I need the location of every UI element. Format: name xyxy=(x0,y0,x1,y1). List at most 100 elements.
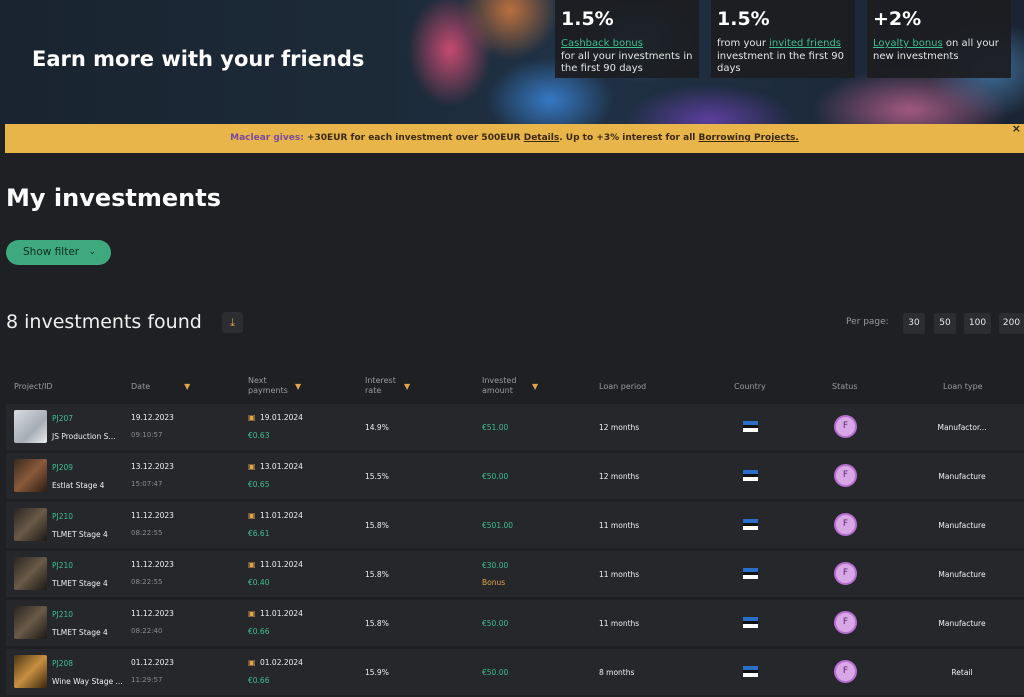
loan-period: 11 months xyxy=(599,521,640,530)
interest-rate: 15.8% xyxy=(365,570,389,579)
next-payment-date: 13.01.2024 xyxy=(260,462,303,471)
next-payment-amount: €0.66 xyxy=(248,627,270,636)
invested-amount: €50.00 xyxy=(482,668,509,677)
investment-time: 08:22:55 xyxy=(131,578,163,586)
show-filter-button[interactable]: Show filter ⌄ xyxy=(6,240,111,265)
project-name: TLMET Stage 4 xyxy=(52,579,108,588)
sort-icon: ▼ xyxy=(404,382,411,391)
col-next-label: Next xyxy=(248,376,267,385)
stat-value: 1.5% xyxy=(561,8,614,30)
download-icon[interactable]: ⤓ xyxy=(222,312,243,333)
loyalty-bonus-link[interactable]: Loyalty bonus xyxy=(873,38,943,49)
invested-amount: €30.00 xyxy=(482,561,509,570)
show-filter-label: Show filter xyxy=(23,246,80,258)
investment-time: 09:10:57 xyxy=(131,431,163,439)
status-badge: F xyxy=(834,611,857,634)
project-thumbnail xyxy=(14,606,47,639)
loan-period: 11 months xyxy=(599,570,640,579)
project-id-link[interactable]: PJ209 xyxy=(52,463,73,472)
status-badge: F xyxy=(834,562,857,585)
per-page-200[interactable]: 200 xyxy=(999,313,1024,334)
investment-date: 11.12.2023 xyxy=(131,511,174,520)
per-page-label: Per page: xyxy=(846,317,889,327)
stat-value: 1.5% xyxy=(717,8,770,30)
sort-icon: ▼ xyxy=(532,382,539,391)
col-country: Country xyxy=(734,382,766,391)
investment-time: 08:22:40 xyxy=(131,627,163,635)
loyalty-stat-card: +2% Loyalty bonus on all your new invest… xyxy=(867,0,1011,78)
results-count: 8 investments found xyxy=(6,311,202,333)
project-id-link[interactable]: PJ207 xyxy=(52,414,73,423)
table-row[interactable]: PJ207 JS Production S... 19.12.2023 09:1… xyxy=(6,404,1024,450)
estonia-flag-icon xyxy=(743,568,758,579)
table-row[interactable]: PJ210 TLMET Stage 4 11.12.2023 08:22:55 … xyxy=(6,551,1024,597)
col-date-label: Date xyxy=(131,382,151,391)
investment-time: 15:07:47 xyxy=(131,480,163,488)
close-icon[interactable]: × xyxy=(1012,123,1021,135)
next-payment-date: 19.01.2024 xyxy=(260,413,303,422)
borrowing-projects-link[interactable]: Borrowing Projects. xyxy=(699,133,799,143)
project-id-link[interactable]: PJ210 xyxy=(52,561,73,570)
loan-type: Manufactor... xyxy=(937,423,987,432)
project-thumbnail xyxy=(14,410,47,443)
status-badge: F xyxy=(834,415,857,438)
invested-amount: €50.00 xyxy=(482,472,509,481)
investment-time: 08:22:55 xyxy=(131,529,163,537)
estonia-flag-icon xyxy=(743,421,758,432)
per-page-100[interactable]: 100 xyxy=(964,313,991,334)
invested-amount: €501.00 xyxy=(482,521,514,530)
calendar-icon: ▣ xyxy=(248,511,256,520)
promo-text: +30EUR for each investment over 500EUR xyxy=(303,133,524,143)
project-id-link[interactable]: PJ208 xyxy=(52,659,73,668)
project-id-link[interactable]: PJ210 xyxy=(52,512,73,521)
chevron-down-icon: ⌄ xyxy=(88,247,96,257)
page-title: My investments xyxy=(6,184,222,212)
next-payment-amount: €6.61 xyxy=(248,529,270,538)
col-next-payments[interactable]: Next payments ▼ xyxy=(248,376,301,396)
col-amount-label: amount xyxy=(482,386,513,395)
table-row[interactable]: PJ209 Estlat Stage 4 13.12.2023 15:07:47… xyxy=(6,453,1024,499)
col-invested-amount[interactable]: Invested amount ▼ xyxy=(482,376,538,396)
invested-amount: €50.00 xyxy=(482,619,509,628)
sort-icon: ▼ xyxy=(295,382,302,391)
loan-type: Manufacture xyxy=(938,521,986,530)
stat-text: from your xyxy=(717,38,770,49)
interest-rate: 15.8% xyxy=(365,521,389,530)
col-rate-label: rate xyxy=(365,386,382,395)
table-row[interactable]: PJ208 Wine Way Stage ... 01.12.2023 11:2… xyxy=(6,649,1024,695)
project-name: Estlat Stage 4 xyxy=(52,481,105,490)
col-date[interactable]: Date ▼ xyxy=(131,382,190,392)
stat-value: +2% xyxy=(873,8,922,30)
project-thumbnail xyxy=(14,557,47,590)
calendar-icon: ▣ xyxy=(248,462,256,471)
loan-period: 8 months xyxy=(599,668,635,677)
per-page-50[interactable]: 50 xyxy=(934,313,956,334)
table-row[interactable]: PJ210 TLMET Stage 4 11.12.2023 08:22:40 … xyxy=(6,600,1024,646)
sort-icon: ▼ xyxy=(184,382,191,391)
calendar-icon: ▣ xyxy=(248,609,256,618)
col-interest-rate[interactable]: Interest rate ▼ xyxy=(365,376,410,396)
bonus-label: Bonus xyxy=(482,578,506,587)
cashback-bonus-link[interactable]: Cashback bonus xyxy=(561,38,643,49)
loan-period: 12 months xyxy=(599,472,640,481)
project-thumbnail xyxy=(14,655,47,688)
project-thumbnail xyxy=(14,459,47,492)
promo-details-link[interactable]: Details xyxy=(524,133,559,143)
stat-text: investment in the first 90 days xyxy=(717,50,844,75)
table-row[interactable]: PJ210 TLMET Stage 4 11.12.2023 08:22:55 … xyxy=(6,502,1024,548)
interest-rate: 15.8% xyxy=(365,619,389,628)
per-page-30[interactable]: 30 xyxy=(903,313,925,334)
project-name: JS Production S... xyxy=(52,432,116,441)
banner-title: Earn more with your friends xyxy=(32,47,365,71)
cashback-stat-card: 1.5% Cashback bonus for all your investme… xyxy=(555,0,699,78)
calendar-icon: ▣ xyxy=(248,413,256,422)
col-status: Status xyxy=(832,382,858,391)
interest-rate: 15.9% xyxy=(365,668,389,677)
next-payment-amount: €0.63 xyxy=(248,431,270,440)
col-project[interactable]: Project/ID xyxy=(14,382,53,392)
project-id-link[interactable]: PJ210 xyxy=(52,610,73,619)
project-name: TLMET Stage 4 xyxy=(52,530,108,539)
invited-friends-link[interactable]: invited friends xyxy=(769,38,841,49)
next-payment-amount: €0.40 xyxy=(248,578,270,587)
promo-brand: Maclear gives: xyxy=(230,133,304,143)
